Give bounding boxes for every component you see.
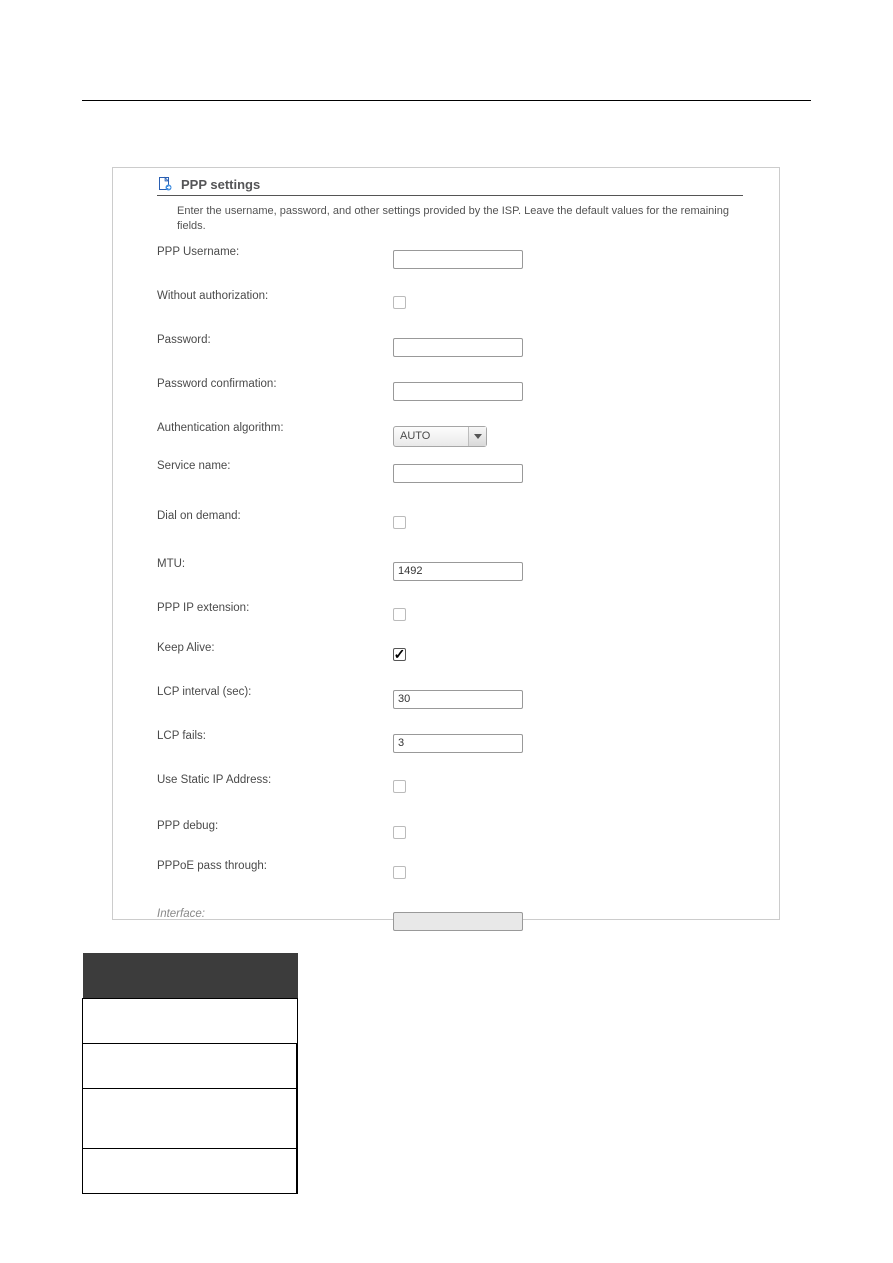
section-description: Enter the username, password, and other … (157, 204, 743, 244)
auth-algo-label: Authentication algorithm: (157, 420, 393, 434)
lcp-fails-label: LCP fails: (157, 728, 393, 742)
chevron-down-icon (468, 427, 486, 446)
table-cell (83, 1148, 297, 1193)
password-input[interactable] (393, 338, 523, 357)
lcp-interval-input[interactable] (393, 690, 523, 709)
lcp-fails-input[interactable] (393, 734, 523, 753)
use-static-ip-checkbox[interactable] (393, 780, 406, 793)
table-cell (297, 1148, 298, 1193)
keep-alive-label: Keep Alive: (157, 640, 393, 654)
interface-input (393, 912, 523, 931)
interface-label: Interface: (157, 906, 393, 920)
ppp-ip-ext-checkbox[interactable] (393, 608, 406, 621)
ppp-debug-label: PPP debug: (157, 818, 393, 832)
table-row (83, 998, 298, 1043)
password-conf-label: Password confirmation: (157, 376, 393, 390)
pppoe-passthrough-checkbox[interactable] (393, 866, 406, 879)
mtu-input[interactable] (393, 562, 523, 581)
service-name-label: Service name: (157, 458, 393, 472)
without-auth-checkbox[interactable] (393, 296, 406, 309)
lcp-interval-label: LCP interval (sec): (157, 684, 393, 698)
table-cell (83, 1088, 297, 1148)
dial-on-demand-checkbox[interactable] (393, 516, 406, 529)
table-cell (83, 1043, 297, 1088)
ppp-settings-panel: PPP settings Enter the username, passwor… (112, 167, 780, 920)
ppp-username-input[interactable] (393, 250, 523, 269)
without-auth-label: Without authorization: (157, 288, 393, 302)
auth-algo-value: AUTO (400, 430, 430, 442)
pppoe-passthrough-label: PPPoE pass through: (157, 858, 393, 872)
service-name-input[interactable] (393, 464, 523, 483)
password-conf-input[interactable] (393, 382, 523, 401)
dial-on-demand-label: Dial on demand: (157, 508, 393, 522)
section-header: PPP settings (157, 176, 743, 196)
ppp-debug-checkbox[interactable] (393, 826, 406, 839)
table-header-bar (83, 953, 298, 998)
keep-alive-checkbox[interactable]: ✓ (393, 648, 406, 661)
password-label: Password: (157, 332, 393, 346)
use-static-ip-label: Use Static IP Address: (157, 772, 393, 786)
table-cell (297, 1043, 298, 1088)
document-icon (157, 176, 173, 192)
table-cell (297, 1088, 298, 1148)
auth-algo-select[interactable]: AUTO (393, 426, 487, 447)
section-title: PPP settings (181, 177, 260, 192)
page-top-rule (82, 100, 811, 101)
mtu-label: MTU: (157, 556, 393, 570)
ppp-ip-ext-label: PPP IP extension: (157, 600, 393, 614)
bottom-parameter-table (82, 953, 298, 1194)
ppp-username-label: PPP Username: (157, 244, 393, 258)
